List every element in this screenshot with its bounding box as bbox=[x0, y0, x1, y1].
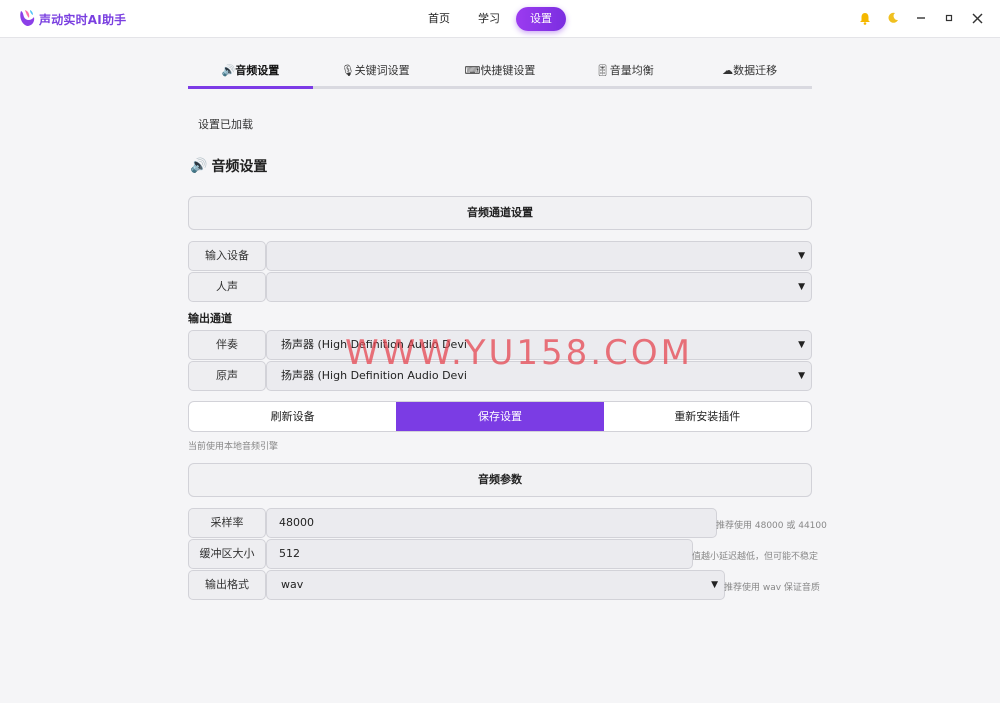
sample-rate-input[interactable]: 48000 bbox=[266, 508, 717, 538]
audio-params-header: 音频参数 bbox=[188, 463, 812, 497]
sample-rate-label: 采样率 bbox=[188, 508, 266, 538]
tab-volume-balance[interactable]: 🎚音量均衡 bbox=[562, 58, 687, 86]
cloud-icon: ☁ bbox=[722, 64, 734, 77]
dropdown-arrow-icon: ▼ bbox=[711, 580, 718, 590]
original-row: 原声 扬声器 (High Definition Audio Devi ▼ bbox=[188, 361, 812, 391]
window-controls bbox=[858, 10, 984, 26]
nav-learn[interactable]: 学习 bbox=[464, 7, 514, 31]
original-label: 原声 bbox=[188, 361, 266, 391]
tab-label: 数据迁移 bbox=[733, 64, 778, 77]
original-select[interactable]: 扬声器 (High Definition Audio Devi ▼ bbox=[266, 361, 812, 391]
tab-label: 音频设置 bbox=[235, 64, 280, 77]
dropdown-arrow-icon: ▼ bbox=[798, 282, 805, 292]
voice-row: 人声 ▼ bbox=[188, 272, 812, 302]
input-device-row: 输入设备 ▼ bbox=[188, 241, 812, 271]
sample-rate-row: 采样率 48000 bbox=[188, 508, 717, 538]
buffer-size-label: 缓冲区大小 bbox=[188, 539, 266, 569]
moon-icon[interactable] bbox=[886, 10, 900, 26]
input-device-label: 输入设备 bbox=[188, 241, 266, 271]
close-icon[interactable] bbox=[970, 10, 984, 26]
tab-label: 关键词设置 bbox=[354, 64, 410, 77]
buffer-size-row: 缓冲区大小 512 bbox=[188, 539, 693, 569]
microphone-icon: 🎙 bbox=[340, 64, 355, 77]
speaker-icon: 🔊 bbox=[221, 64, 236, 77]
main-nav: 首页 学习 设置 bbox=[414, 7, 566, 31]
status-message: 设置已加载 bbox=[198, 118, 253, 131]
input-device-select[interactable]: ▼ bbox=[266, 241, 812, 271]
output-format-label: 输出格式 bbox=[188, 570, 266, 600]
bell-icon[interactable] bbox=[858, 10, 872, 26]
buffer-size-input[interactable]: 512 bbox=[266, 539, 693, 569]
nav-settings[interactable]: 设置 bbox=[516, 7, 566, 31]
minimize-icon[interactable] bbox=[914, 10, 928, 26]
speaker-icon: 🔊 bbox=[190, 158, 208, 174]
save-settings-button[interactable]: 保存设置 bbox=[396, 402, 604, 431]
app-title: 声动实时AI助手 bbox=[39, 13, 127, 27]
dropdown-arrow-icon: ▼ bbox=[798, 251, 805, 261]
select-value: 扬声器 (High Definition Audio Devi bbox=[281, 369, 467, 382]
tab-hotkey-settings[interactable]: ⌨快捷键设置 bbox=[438, 58, 563, 86]
app-logo-icon bbox=[20, 10, 35, 26]
title-bar: 声动实时AI助手 首页 学习 设置 bbox=[0, 0, 1000, 38]
voice-select[interactable]: ▼ bbox=[266, 272, 812, 302]
keyboard-icon: ⌨ bbox=[464, 64, 481, 77]
tab-label: 快捷键设置 bbox=[480, 64, 536, 77]
section-title: 🔊 音频设置 bbox=[190, 156, 267, 176]
sample-rate-note: 推荐使用 48000 或 44100 bbox=[716, 521, 827, 531]
engine-hint: 当前使用本地音频引擎 bbox=[188, 442, 279, 452]
dropdown-arrow-icon: ▼ bbox=[798, 340, 805, 350]
accompaniment-select[interactable]: 扬声器 (High Definition Audio Devi ▼ bbox=[266, 330, 812, 360]
channel-settings-header: 音频通道设置 bbox=[188, 196, 812, 230]
accompaniment-row: 伴奏 扬声器 (High Definition Audio Devi ▼ bbox=[188, 330, 812, 360]
dropdown-arrow-icon: ▼ bbox=[798, 371, 805, 381]
device-actions: 刷新设备 保存设置 重新安装插件 bbox=[188, 401, 812, 432]
select-value: 扬声器 (High Definition Audio Devi bbox=[281, 338, 467, 351]
maximize-icon[interactable] bbox=[942, 10, 956, 26]
settings-tabs: 🔊音频设置 🎙关键词设置 ⌨快捷键设置 🎚音量均衡 ☁数据迁移 bbox=[188, 58, 812, 89]
refresh-devices-button[interactable]: 刷新设备 bbox=[189, 402, 396, 431]
buffer-size-note: 值越小延迟越低，但可能不稳定 bbox=[692, 552, 819, 562]
section-title-text: 音频设置 bbox=[211, 159, 268, 175]
output-channel-label: 输出通道 bbox=[188, 312, 232, 325]
nav-home[interactable]: 首页 bbox=[414, 7, 464, 31]
output-format-select[interactable]: wav ▼ bbox=[266, 570, 725, 600]
tab-audio-settings[interactable]: 🔊音频设置 bbox=[188, 58, 313, 89]
tab-label: 音量均衡 bbox=[609, 64, 654, 77]
reinstall-plugin-button[interactable]: 重新安装插件 bbox=[604, 402, 811, 431]
accompaniment-label: 伴奏 bbox=[188, 330, 266, 360]
output-format-row: 输出格式 wav ▼ bbox=[188, 570, 725, 600]
voice-label: 人声 bbox=[188, 272, 266, 302]
tab-keyword-settings[interactable]: 🎙关键词设置 bbox=[313, 58, 438, 86]
slider-icon: 🎚 bbox=[595, 64, 610, 77]
output-format-note: 推荐使用 wav 保证音质 bbox=[724, 583, 820, 593]
tab-data-migration[interactable]: ☁数据迁移 bbox=[687, 58, 812, 86]
select-value: wav bbox=[281, 578, 304, 591]
